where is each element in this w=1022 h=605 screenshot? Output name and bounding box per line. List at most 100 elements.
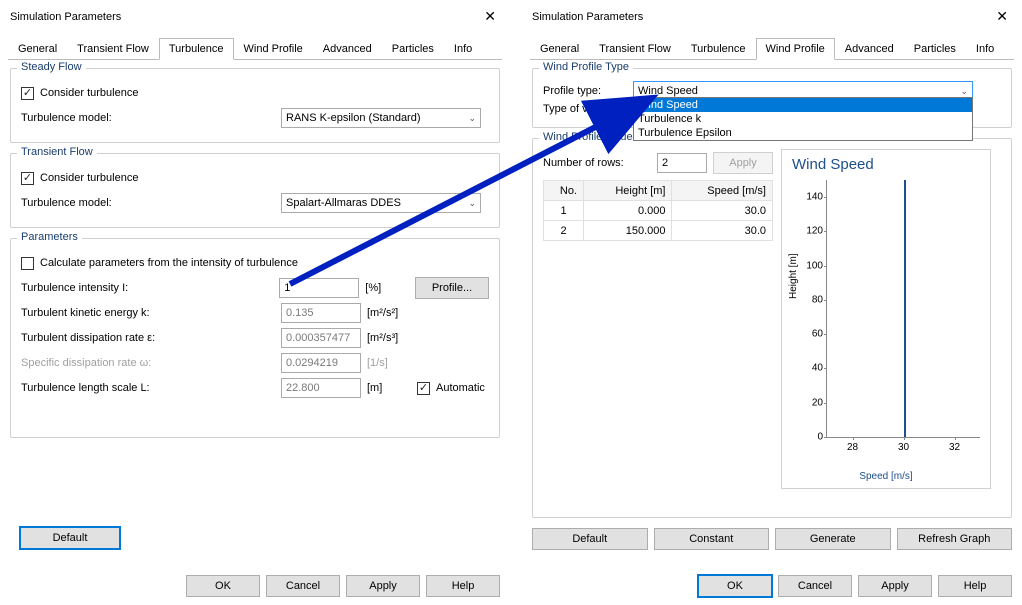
tab-turbulence[interactable]: Turbulence xyxy=(681,38,756,60)
label-transient-model: Turbulence model: xyxy=(21,197,281,209)
checkbox-calc-from-intensity[interactable] xyxy=(21,257,34,270)
param-input xyxy=(281,353,361,373)
cancel-button[interactable]: Cancel xyxy=(266,575,340,597)
group-title: Parameters xyxy=(17,231,82,243)
dialog-turbulence: Simulation Parameters ✕ General Transien… xyxy=(0,0,510,605)
apply-rows-button[interactable]: Apply xyxy=(713,152,773,174)
param-label: Turbulent dissipation rate ε: xyxy=(21,332,281,344)
x-tick: 30 xyxy=(898,442,909,453)
chevron-down-icon: ⌄ xyxy=(468,198,476,209)
apply-button[interactable]: Apply xyxy=(858,575,932,597)
y-tick: 120 xyxy=(797,226,823,237)
y-tick: 20 xyxy=(797,397,823,408)
checkbox-consider-transient[interactable] xyxy=(21,172,34,185)
group-title: Transient Flow xyxy=(17,146,97,158)
close-icon[interactable]: ✕ xyxy=(990,6,1014,27)
dropdown-option[interactable]: Turbulence Epsilon xyxy=(634,126,972,140)
table-row[interactable]: 10.00030.0 xyxy=(544,201,773,221)
tabs-left: General Transient Flow Turbulence Wind P… xyxy=(8,37,502,60)
select-transient-model[interactable]: Spalart-Allmaras DDES ⌄ xyxy=(281,193,481,213)
param-input xyxy=(281,328,361,348)
label-profile-type: Profile type: xyxy=(543,85,633,97)
default-button[interactable]: Default xyxy=(532,528,648,550)
label-num-rows: Number of rows: xyxy=(543,157,657,169)
unit-label: [%] xyxy=(359,282,409,294)
param-label: Specific dissipation rate ω: xyxy=(21,357,281,369)
tab-wind-profile[interactable]: Wind Profile xyxy=(756,38,835,60)
group-parameters: Parameters Calculate parameters from the… xyxy=(10,238,500,438)
default-button[interactable]: Default xyxy=(20,527,120,549)
group-title: Wind Profile Values xyxy=(539,131,642,143)
apply-button[interactable]: Apply xyxy=(346,575,420,597)
help-button[interactable]: Help xyxy=(938,575,1012,597)
dropdown-option[interactable]: Wind Speed xyxy=(634,98,972,112)
tab-turbulence[interactable]: Turbulence xyxy=(159,38,234,60)
label-calc-from-intensity: Calculate parameters from the intensity … xyxy=(40,257,298,269)
group-wind-profile-type: Wind Profile Type Profile type: Wind Spe… xyxy=(532,68,1012,128)
param-input xyxy=(281,303,361,323)
y-tick: 60 xyxy=(797,329,823,340)
y-tick: 40 xyxy=(797,363,823,374)
dialog-buttons-left: OK Cancel Apply Help xyxy=(186,575,500,597)
tab-general[interactable]: General xyxy=(530,38,589,60)
y-tick: 100 xyxy=(797,260,823,271)
select-steady-model[interactable]: RANS K-epsilon (Standard) ⌄ xyxy=(281,108,481,128)
profile-button[interactable]: Profile... xyxy=(415,277,489,299)
group-wind-profile-values: Wind Profile Values Number of rows: Appl… xyxy=(532,138,1012,518)
tab-info[interactable]: Info xyxy=(966,38,1004,60)
tab-advanced[interactable]: Advanced xyxy=(313,38,382,60)
group-title: Wind Profile Type xyxy=(539,61,633,73)
chart-series-line xyxy=(904,180,906,437)
ok-button[interactable]: OK xyxy=(698,575,772,597)
dropdown-option[interactable]: Turbulence k xyxy=(634,112,972,126)
dropdown-profile-type[interactable]: Wind SpeedTurbulence kTurbulence Epsilon xyxy=(633,97,973,141)
input-num-rows[interactable] xyxy=(657,153,707,173)
param-label: Turbulence length scale L: xyxy=(21,382,281,394)
unit-label: [m²/s³] xyxy=(361,332,411,344)
refresh-graph-button[interactable]: Refresh Graph xyxy=(897,528,1013,550)
param-label: Turbulence intensity I: xyxy=(21,282,279,294)
constant-button[interactable]: Constant xyxy=(654,528,770,550)
help-button[interactable]: Help xyxy=(426,575,500,597)
param-input[interactable] xyxy=(279,278,359,298)
table-row[interactable]: 2150.00030.0 xyxy=(544,221,773,241)
tab-general[interactable]: General xyxy=(8,38,67,60)
cancel-button[interactable]: Cancel xyxy=(778,575,852,597)
label-steady-model: Turbulence model: xyxy=(21,112,281,124)
tab-transient-flow[interactable]: Transient Flow xyxy=(589,38,681,60)
titlebar-left: Simulation Parameters ✕ xyxy=(0,0,510,31)
x-tick: 28 xyxy=(847,442,858,453)
tab-particles[interactable]: Particles xyxy=(382,38,444,60)
table-header: Height [m] xyxy=(584,181,672,201)
ok-button[interactable]: OK xyxy=(186,575,260,597)
tab-advanced[interactable]: Advanced xyxy=(835,38,904,60)
generate-button[interactable]: Generate xyxy=(775,528,891,550)
dialog-buttons-right: OK Cancel Apply Help xyxy=(698,575,1012,597)
action-buttons: Default Constant Generate Refresh Graph xyxy=(532,528,1012,550)
unit-label: [1/s] xyxy=(361,357,411,369)
param-label: Turbulent kinetic energy k: xyxy=(21,307,281,319)
label-type-of-values: Type of values: xyxy=(543,103,633,115)
table-header: No. xyxy=(544,181,584,201)
tab-particles[interactable]: Particles xyxy=(904,38,966,60)
group-title: Steady Flow xyxy=(17,61,86,73)
select-value: Wind Speed xyxy=(638,85,698,97)
profile-values-table[interactable]: No.Height [m]Speed [m/s] 10.00030.02150.… xyxy=(543,180,773,241)
close-icon[interactable]: ✕ xyxy=(478,6,502,27)
param-input xyxy=(281,378,361,398)
y-axis-label: Height [m] xyxy=(788,253,799,299)
chevron-down-icon: ⌄ xyxy=(468,113,476,124)
table-header: Speed [m/s] xyxy=(672,181,773,201)
tab-transient-flow[interactable]: Transient Flow xyxy=(67,38,159,60)
checkbox-consider-steady[interactable] xyxy=(21,87,34,100)
checkbox-automatic[interactable] xyxy=(417,382,430,395)
chart-title: Wind Speed xyxy=(786,154,986,179)
group-transient-flow: Transient Flow Consider turbulence Turbu… xyxy=(10,153,500,228)
unit-label: [m] xyxy=(361,382,411,394)
dialog-wind-profile: Simulation Parameters ✕ General Transien… xyxy=(522,0,1022,605)
tab-info[interactable]: Info xyxy=(444,38,482,60)
group-steady-flow: Steady Flow Consider turbulence Turbulen… xyxy=(10,68,500,143)
y-tick: 140 xyxy=(797,192,823,203)
tab-wind-profile[interactable]: Wind Profile xyxy=(234,38,313,60)
select-value: RANS K-epsilon (Standard) xyxy=(286,112,421,124)
